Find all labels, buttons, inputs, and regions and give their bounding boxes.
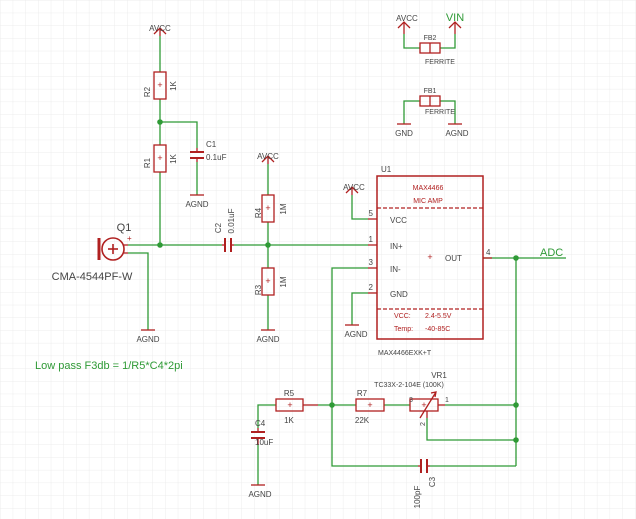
r1-name: R1 [143,157,152,168]
r4-name: R4 [254,207,263,218]
r4-value: 1M [279,203,288,214]
vr1-pin1: 1 [445,397,449,404]
agnd-label: AGND [185,200,208,209]
junction-dot [513,437,519,443]
fb2-value: FERRITE [425,59,455,66]
fb2-name: FB2 [424,35,437,42]
adc-net-label: ADC [540,247,563,259]
avcc-label: AVCC [396,14,418,23]
r7-name: R7 [357,389,368,398]
agnd-label: AGND [344,330,367,339]
c1-name: C1 [206,140,217,149]
svg-text:+: + [421,400,426,410]
u1-pin-inp: IN+ [390,242,403,251]
r3-name: R3 [254,284,263,295]
svg-text:+: + [265,276,270,286]
u1-pin4-num: 4 [486,248,491,257]
r1-value: 1K [169,153,178,163]
svg-text:+: + [427,252,432,262]
fb1-name: FB1 [424,88,437,95]
u1-pin-out: OUT [445,254,462,263]
c1-value: 0.1uF [206,153,227,162]
u1-temp-spec-value: -40-85C [425,326,450,333]
avcc-label: AVCC [257,152,279,161]
c2-name: C2 [214,222,223,233]
gnd-label: GND [395,129,413,138]
svg-text:+: + [367,400,372,410]
junction-dot [157,119,163,125]
u1-subtitle: MIC AMP [413,198,443,205]
avcc-label: AVCC [149,24,171,33]
u1-vcc-spec-label: VCC: [394,313,411,320]
c3-value: 100pF [413,486,422,509]
q1-value: CMA-4544PF-W [52,271,133,283]
u1-title: MAX4466 [413,185,444,192]
r3-value: 1M [279,276,288,287]
vr1-name: VR1 [431,371,447,380]
svg-text:+: + [157,80,162,90]
u1-pin-inn: IN- [390,265,401,274]
vr1-pin3: 3 [409,397,413,404]
c3-name: C3 [428,476,437,487]
junction-dot [265,242,271,248]
svg-text:+: + [157,153,162,163]
u1-pin3-num: 3 [369,258,374,267]
c2-value: 0.01uF [227,208,236,233]
u1-temp-spec-label: Temp: [394,326,413,333]
r5-name: R5 [284,389,295,398]
svg-text:+: + [287,400,292,410]
r2-value: 1K [169,80,178,90]
agnd-label: AGND [248,490,271,499]
schematic-canvas: + + + + + + + + + AVCC AVCC AVCC AVCC VI… [0,0,636,519]
u1-pin-vcc: VCC [390,216,407,225]
r2-name: R2 [143,86,152,97]
u1-part: MAX4466EXK+T [378,350,432,357]
u1-pin2-num: 2 [369,283,374,292]
u1-pin5-num: 5 [369,209,374,218]
vr1-value: TC33X-2-104E (100K) [374,382,444,389]
q1-name: Q1 [117,222,132,234]
r7-value: 22K [355,416,370,425]
r5-value: 1K [284,416,294,425]
fb1-value: FERRITE [425,109,455,116]
vr1-pin2: 2 [420,422,427,426]
avcc-label: AVCC [343,183,365,192]
junction-dot [513,402,519,408]
svg-text:+: + [265,203,270,213]
c4-value: 10uF [255,438,273,447]
agnd-label: AGND [445,129,468,138]
junction-dot [329,402,335,408]
junction-dot [513,255,519,261]
low-pass-note: Low pass F3db = 1/R5*C4*2pi [35,360,183,372]
svg-text:+: + [127,234,132,243]
c4-name: C4 [255,419,266,428]
agnd-label: AGND [256,335,279,344]
u1-name: U1 [381,165,392,174]
junction-dot [157,242,163,248]
grid-background [0,0,636,519]
agnd-label: AGND [136,335,159,344]
vin-label: VIN [446,12,464,24]
u1-vcc-spec-value: 2.4-5.5V [425,313,452,320]
u1-pin1-num: 1 [369,235,374,244]
u1-pin-gnd: GND [390,290,408,299]
